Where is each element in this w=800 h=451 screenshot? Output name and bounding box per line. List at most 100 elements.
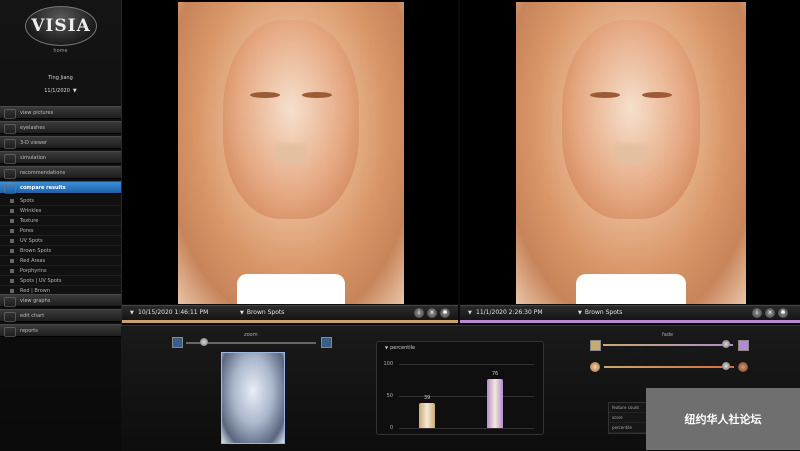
chevron-down-icon[interactable]: ▼ <box>468 310 472 316</box>
right-mode-select[interactable]: ▼ Brown Spots <box>578 309 622 316</box>
session-date-select[interactable]: 11/1/2020 ▼ <box>0 88 121 94</box>
menu-recommendations[interactable]: recommendations <box>0 166 121 179</box>
chevron-down-icon: ▼ <box>72 88 77 94</box>
gear-icon[interactable]: ✱ <box>778 308 788 318</box>
bullet-icon <box>10 259 14 263</box>
blurred-mouth <box>274 143 308 164</box>
menu-compare-results[interactable]: compare results <box>0 181 121 194</box>
graphs-icon <box>4 297 16 307</box>
navigator-thumbnail[interactable] <box>221 352 285 444</box>
close-icon[interactable]: × <box>765 308 775 318</box>
bullet-icon <box>10 289 14 293</box>
y-tick-label: 100 <box>383 361 393 367</box>
home-link[interactable]: home <box>0 48 121 54</box>
edit-chart-icon <box>4 312 16 322</box>
eye-left <box>589 91 620 98</box>
left-capture-date[interactable]: 10/15/2020 1:46:11 PM <box>138 309 208 316</box>
brightness-slider[interactable] <box>604 366 734 368</box>
zoom-label: zoom <box>244 332 258 338</box>
chevron-down-icon: ▼ <box>578 310 582 316</box>
submenu-uv-spots[interactable]: UV Spots <box>0 236 121 246</box>
collar <box>575 273 687 304</box>
percentile-chart: percentile 0 50 100 39 76 <box>376 341 544 435</box>
score-info-box: feature count score percentile <box>608 402 650 434</box>
brightness-slider-handle[interactable] <box>722 362 730 370</box>
submenu-spots[interactable]: Spots <box>0 196 121 206</box>
fade-label: fade <box>662 332 674 338</box>
bullet-icon <box>10 239 14 243</box>
submenu-red-areas[interactable]: Red Areas <box>0 256 121 266</box>
info-row-percentile: percentile <box>609 423 649 433</box>
bar-value-label: 39 <box>423 395 431 402</box>
right-image-panel <box>460 0 800 304</box>
info-row-score: score <box>609 413 649 423</box>
bullet-icon <box>10 219 14 223</box>
menu-simulation[interactable]: simulation <box>0 151 121 164</box>
chevron-down-icon: ▼ <box>240 310 244 316</box>
gear-icon[interactable]: ✱ <box>440 308 450 318</box>
right-panel-underline <box>460 320 800 323</box>
pictures-icon <box>4 109 16 119</box>
sidebar: VISIA home Ting Jiang 11/1/2020 ▼ view pi… <box>0 0 122 450</box>
bullet-icon <box>10 209 14 213</box>
recommendations-icon <box>4 169 16 179</box>
left-image-panel <box>122 0 458 304</box>
bullet-icon <box>10 269 14 273</box>
menu-view-pictures[interactable]: view pictures <box>0 106 121 119</box>
right-face-image[interactable] <box>516 2 746 304</box>
fade-left-button[interactable] <box>590 340 601 351</box>
3d-icon <box>4 139 16 149</box>
menu-3d-viewer[interactable]: 3-D viewer <box>0 136 121 149</box>
percentile-bar[interactable] <box>419 403 435 428</box>
close-icon[interactable]: × <box>427 308 437 318</box>
eye-right <box>642 91 673 98</box>
submenu-wrinkles[interactable]: Wrinkles <box>0 206 121 216</box>
left-face-image[interactable] <box>178 2 404 304</box>
info-icon[interactable]: i <box>752 308 762 318</box>
submenu-spots-uv-spots[interactable]: Spots | UV Spots <box>0 276 121 286</box>
submenu-pores[interactable]: Pores <box>0 226 121 236</box>
zoom-in-button[interactable] <box>321 337 332 348</box>
y-tick-label: 50 <box>386 393 393 399</box>
left-panel-underline <box>122 320 458 323</box>
collar <box>236 273 346 304</box>
eye-left <box>250 91 281 98</box>
fade-slider[interactable] <box>603 344 733 346</box>
zoom-slider-handle[interactable] <box>200 338 208 346</box>
grid-line <box>399 428 534 429</box>
compare-icon <box>4 184 16 194</box>
submenu-porphyrins[interactable]: Porphyrins <box>0 266 121 276</box>
chevron-down-icon[interactable]: ▼ <box>130 310 134 316</box>
zoom-out-button[interactable] <box>172 337 183 348</box>
submenu-brown-spots[interactable]: Brown Spots <box>0 246 121 256</box>
face-area <box>223 20 359 220</box>
reports-icon <box>4 327 16 337</box>
chart-title: percentile <box>385 345 415 351</box>
grid-line <box>399 364 534 365</box>
face-area <box>562 20 700 220</box>
brightness-dial[interactable] <box>590 362 600 372</box>
menu-reports[interactable]: reports <box>0 324 121 337</box>
percentile-bar[interactable] <box>487 379 503 428</box>
bullet-icon <box>10 279 14 283</box>
right-capture-date[interactable]: 11/1/2020 2:26:30 PM <box>476 309 543 316</box>
menu-view-graphs[interactable]: view graphs <box>0 294 121 307</box>
watermark-overlay: 纽约华人社论坛 <box>646 388 800 450</box>
menu-eyelashes[interactable]: eyelashes <box>0 121 121 134</box>
submenu-texture[interactable]: Texture <box>0 216 121 226</box>
bullet-icon <box>10 229 14 233</box>
info-row-feature-count: feature count <box>609 403 649 413</box>
eye-right <box>301 91 332 98</box>
contrast-dial[interactable] <box>738 362 748 372</box>
eyelashes-icon <box>4 124 16 134</box>
fade-right-button[interactable] <box>738 340 749 351</box>
info-icon[interactable]: i <box>414 308 424 318</box>
left-mode-select[interactable]: ▼ Brown Spots <box>240 309 284 316</box>
menu-edit-chart[interactable]: edit chart <box>0 309 121 322</box>
simulation-icon <box>4 154 16 164</box>
visia-logo[interactable]: VISIA <box>25 6 97 46</box>
fade-slider-handle[interactable] <box>722 340 730 348</box>
blurred-mouth <box>614 143 648 164</box>
y-tick-label: 0 <box>389 425 393 431</box>
patient-name: Ting Jiang <box>48 75 73 81</box>
